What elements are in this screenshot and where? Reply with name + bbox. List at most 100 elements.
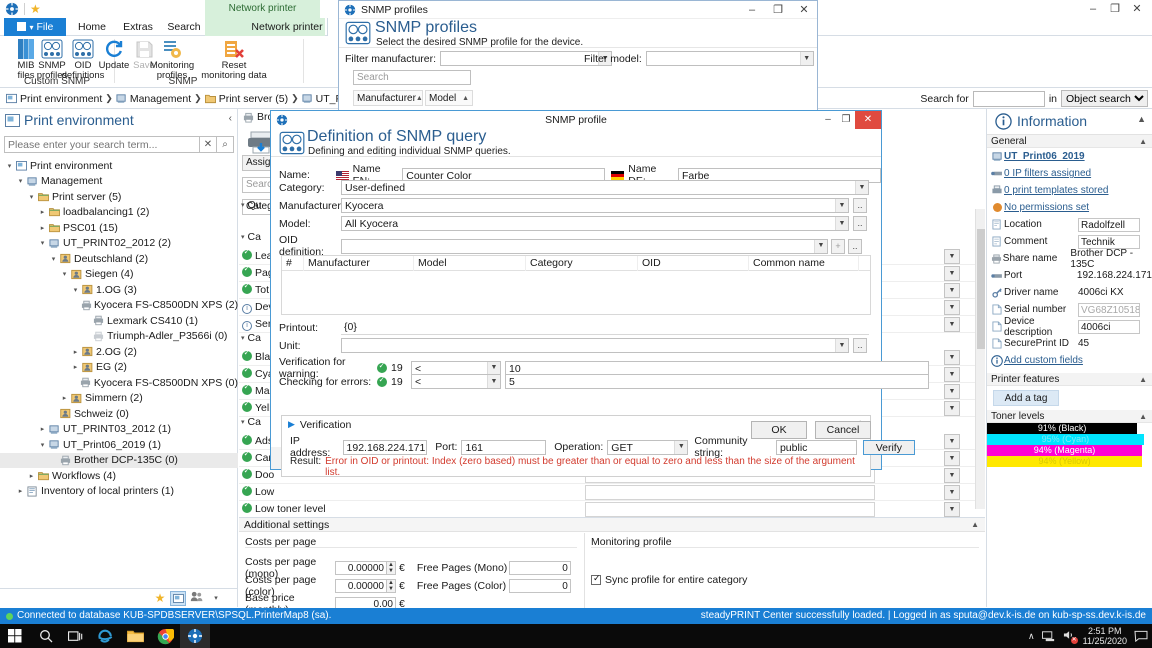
favorites-star-icon[interactable]: ★ [30, 2, 41, 16]
expand-arrow-icon[interactable]: ▸ [26, 472, 37, 480]
oid-add-button[interactable]: + [831, 239, 845, 254]
grid-col-oid[interactable]: OID [638, 256, 749, 271]
collapse-arrow-icon[interactable]: ▾ [241, 418, 245, 426]
chevron-up-icon[interactable]: ▲ [1139, 373, 1147, 386]
additional-settings-header[interactable]: Additional settings ▲ [239, 518, 985, 532]
manufacturer-select[interactable]: Kyocera ▼ [341, 198, 849, 213]
chevron-down-icon[interactable]: ▼ [944, 485, 960, 500]
device-name-link[interactable]: UT_Print06_2019 [1004, 151, 1085, 162]
tab-search[interactable]: Search [162, 18, 206, 36]
expand-arrow-icon[interactable]: ▸ [70, 348, 81, 356]
ribbon-button-monitoring-profiles[interactable]: Monitoring profiles [146, 38, 198, 80]
chevron-up-icon[interactable]: ▲ [1139, 135, 1147, 148]
grid-col-common-name[interactable]: Common name [749, 256, 859, 271]
column-header-model[interactable]: Model ▲ [425, 90, 473, 106]
sync-profile-checkbox[interactable]: ✓ [591, 575, 601, 585]
tab-extras[interactable]: Extras [116, 18, 160, 36]
print-templates-row[interactable]: 0 print templates stored [987, 182, 1152, 199]
expand-arrow-icon[interactable]: ▸ [37, 425, 48, 433]
free-color-input[interactable]: 0 [509, 579, 571, 593]
star-icon[interactable]: ★ [150, 591, 170, 605]
verify-button[interactable]: Verify [863, 440, 915, 455]
collapse-arrow-icon[interactable]: ▾ [241, 233, 245, 241]
chevron-down-icon[interactable]: ▼ [944, 283, 960, 298]
ok-button[interactable]: OK [751, 421, 807, 439]
chrome-button[interactable] [150, 624, 180, 648]
action-center-icon[interactable] [1134, 630, 1148, 642]
chevron-down-icon[interactable]: ▼ [835, 199, 848, 212]
query-group-row[interactable]: ▾Ca [241, 231, 261, 243]
section-general-header[interactable]: General ▲ [987, 135, 1152, 148]
maximize-button[interactable]: ❐ [837, 111, 855, 129]
chevron-down-icon[interactable]: ▼ [814, 240, 827, 253]
network-icon[interactable] [1042, 630, 1056, 642]
collapse-arrow-icon[interactable]: ▾ [59, 270, 70, 278]
tree-node[interactable]: ▸Inventory of local printers (1) [0, 484, 238, 500]
grid-col-index[interactable]: # [282, 256, 304, 271]
cost-color-stepper[interactable]: ▲▼ [387, 579, 396, 593]
chevron-down-icon[interactable]: ▼ [835, 339, 848, 352]
section-toner-levels-header[interactable]: Toner levels ▲ [987, 410, 1152, 423]
sync-profile-row[interactable]: ✓ Sync profile for entire category [591, 574, 747, 586]
environment-view-icon[interactable] [170, 591, 186, 606]
maximize-button[interactable]: ❐ [765, 1, 791, 19]
collapse-arrow-icon[interactable]: ▾ [241, 334, 245, 342]
tree-node[interactable]: ▸2.OG (2) [0, 344, 238, 360]
chevron-down-icon[interactable]: ▼ [944, 502, 960, 517]
model-select[interactable]: All Kyocera ▼ [341, 216, 849, 231]
query-group-row[interactable]: ▾Ca [241, 416, 261, 428]
unit-select[interactable]: ▼ [341, 338, 849, 353]
start-button[interactable] [0, 624, 30, 648]
expand-arrow-icon[interactable]: ▸ [37, 224, 48, 232]
collapse-left-panel-icon[interactable]: ‹ [229, 113, 232, 124]
grid-col-category[interactable]: Category [526, 256, 638, 271]
snmp-query-value-input[interactable] [585, 502, 875, 517]
print-templates-link[interactable]: 0 print templates stored [1004, 185, 1109, 196]
filter-model-select[interactable]: ▼ [646, 51, 814, 66]
tree-node[interactable]: Lexmark CS410 (1) [0, 313, 238, 329]
maximize-button[interactable]: ❐ [1104, 0, 1126, 18]
chevron-down-icon[interactable]: ▼ [855, 181, 868, 194]
tree-node[interactable]: ▸Workflows (4) [0, 468, 238, 484]
chevron-up-icon[interactable]: ▲ [1139, 410, 1147, 423]
information-field-value[interactable]: 192.168.224.171 [1077, 270, 1152, 281]
minimize-button[interactable]: – [1082, 0, 1104, 18]
tree-node[interactable]: ▾1.OG (3) [0, 282, 238, 298]
expand-arrow-icon[interactable]: ▸ [37, 208, 48, 216]
file-explorer-button[interactable] [120, 624, 150, 648]
chevron-down-icon[interactable]: ▼ [487, 375, 500, 388]
search-button[interactable] [31, 624, 61, 648]
ip-address-input[interactable]: 192.168.224.171 [343, 440, 428, 455]
sort-asc-icon[interactable]: ▲ [462, 95, 469, 102]
ip-filters-link[interactable]: 0 IP filters assigned [1004, 168, 1091, 179]
chevron-down-icon[interactable]: ▼ [944, 451, 960, 466]
add-a-tag-button[interactable]: Add a tag [993, 390, 1059, 406]
manufacturer-browse-button[interactable]: .. [853, 198, 867, 213]
port-input[interactable]: 161 [461, 440, 546, 455]
cost-mono-stepper[interactable]: ▲▼ [387, 561, 396, 575]
expand-arrow-icon[interactable]: ▸ [59, 394, 70, 402]
section-printer-features-header[interactable]: Printer features ▲ [987, 373, 1152, 386]
tab-home[interactable]: Home [70, 18, 114, 36]
tree-node[interactable]: ▾UT_Print06_2019 (1) [0, 437, 238, 453]
expand-arrow-icon[interactable]: ▸ [70, 363, 81, 371]
collapse-arrow-icon[interactable]: ▾ [48, 255, 59, 263]
breadcrumb-item-management[interactable]: Management [116, 93, 191, 105]
tree-node[interactable]: ▾UT_PRINT02_2012 (2) [0, 236, 238, 252]
tree-node[interactable]: ▸EG (2) [0, 360, 238, 376]
breadcrumb-item-print-server[interactable]: Print server (5) [205, 93, 288, 105]
permissions-link[interactable]: No permissions set [1004, 202, 1089, 213]
device-name-row[interactable]: UT_Print06_2019 [987, 148, 1152, 165]
chevron-down-icon[interactable]: ▼ [674, 441, 687, 454]
information-field-value[interactable]: 4006ci [1078, 320, 1140, 334]
snmp-query-row[interactable]: ✓Low▼ [239, 484, 985, 501]
center-scrollbar[interactable] [975, 209, 985, 509]
tree-node[interactable]: ▸PSC01 (15) [0, 220, 238, 236]
collapse-arrow-icon[interactable]: ▾ [4, 162, 15, 170]
close-button[interactable]: ✕ [1126, 0, 1148, 18]
volume-muted-icon[interactable]: ✕ [1063, 629, 1076, 643]
search-scope-select[interactable]: Object search [1061, 90, 1148, 107]
ribbon-button-reset-monitoring[interactable]: Reset monitoring data [198, 38, 270, 80]
chevron-down-icon[interactable]: ▼ [944, 384, 960, 399]
error-threshold-input[interactable]: 5 [505, 374, 929, 389]
